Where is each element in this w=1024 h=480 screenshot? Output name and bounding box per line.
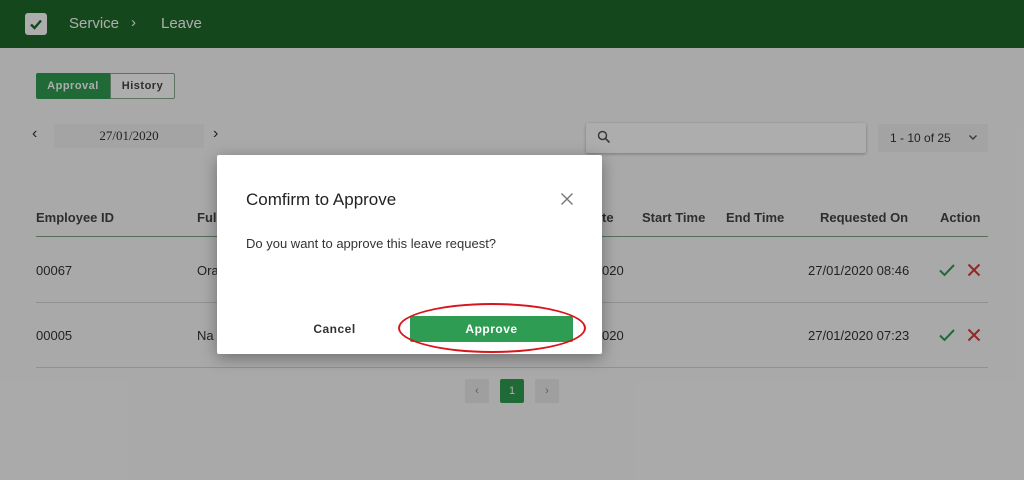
- dialog-title: Comfirm to Approve: [246, 190, 397, 209]
- highlight-ellipse: [398, 303, 586, 353]
- dialog-message: Do you want to approve this leave reques…: [246, 236, 497, 251]
- cancel-button[interactable]: Cancel: [277, 317, 392, 341]
- close-icon[interactable]: [559, 191, 575, 207]
